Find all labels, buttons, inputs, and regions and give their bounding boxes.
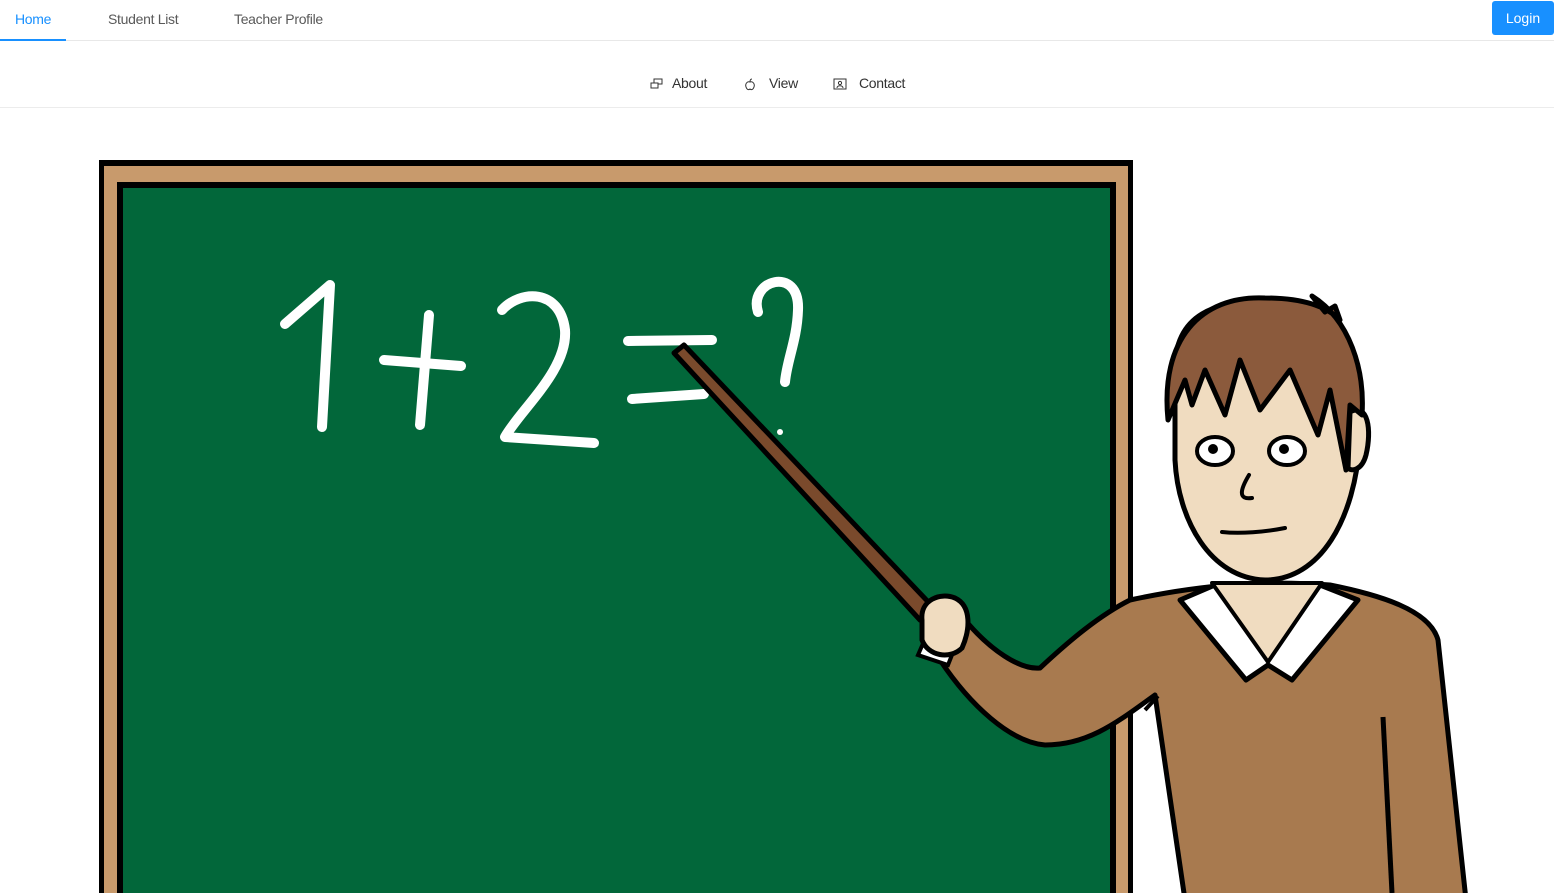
view-icon — [745, 78, 755, 91]
tab-teacher-profile[interactable]: Teacher Profile — [234, 0, 323, 40]
subnav-view-label: View — [769, 75, 798, 91]
chalk-question-dot — [777, 429, 783, 435]
chalkboard — [99, 160, 1133, 893]
top-navigation: Home Student List Teacher Profile Login — [0, 0, 1554, 41]
subnav-about-label: About — [672, 75, 708, 91]
chalk-equals-top — [623, 335, 717, 346]
subnav-item-about[interactable]: About — [650, 75, 710, 95]
subnav-contact-label: Contact — [859, 75, 906, 91]
tab-student-list[interactable]: Student List — [108, 0, 179, 40]
contact-icon — [833, 78, 847, 90]
tab-home[interactable]: Home — [0, 0, 67, 41]
about-icon — [650, 78, 663, 89]
teacher-chalkboard-illustration — [99, 160, 1468, 893]
secondary-navigation: About View Contact — [0, 41, 1554, 108]
login-button[interactable]: Login — [1492, 1, 1554, 35]
chalk-equals-bottom — [627, 389, 709, 404]
subnav-item-contact[interactable]: Contact — [833, 75, 907, 95]
subnav-item-view[interactable]: View — [744, 75, 800, 95]
